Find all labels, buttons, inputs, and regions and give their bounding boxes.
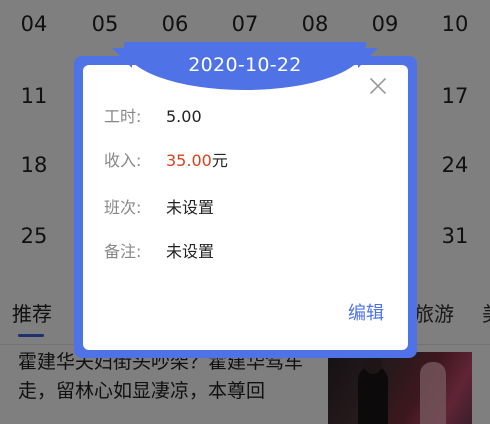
screen: 04 05 06 07 08 09 10 11 17 18 24 25 31 推…	[0, 0, 490, 424]
income-value-group: 35.00元	[166, 149, 228, 173]
close-button[interactable]	[368, 76, 388, 96]
note-value: 未设置	[166, 242, 215, 261]
income-label: 收入:	[104, 151, 142, 170]
close-icon	[370, 78, 386, 94]
dialog-date: 2020-10-22	[188, 54, 302, 76]
work-hours-value: 5.00	[166, 107, 202, 126]
work-hours-label: 工时:	[104, 107, 142, 126]
edit-button[interactable]: 编辑	[348, 299, 384, 325]
income-value: 35.00	[166, 151, 212, 170]
shift-value: 未设置	[166, 198, 215, 217]
income-unit: 元	[211, 151, 228, 170]
shift-label: 班次:	[104, 198, 142, 217]
note-label: 备注:	[104, 242, 142, 261]
